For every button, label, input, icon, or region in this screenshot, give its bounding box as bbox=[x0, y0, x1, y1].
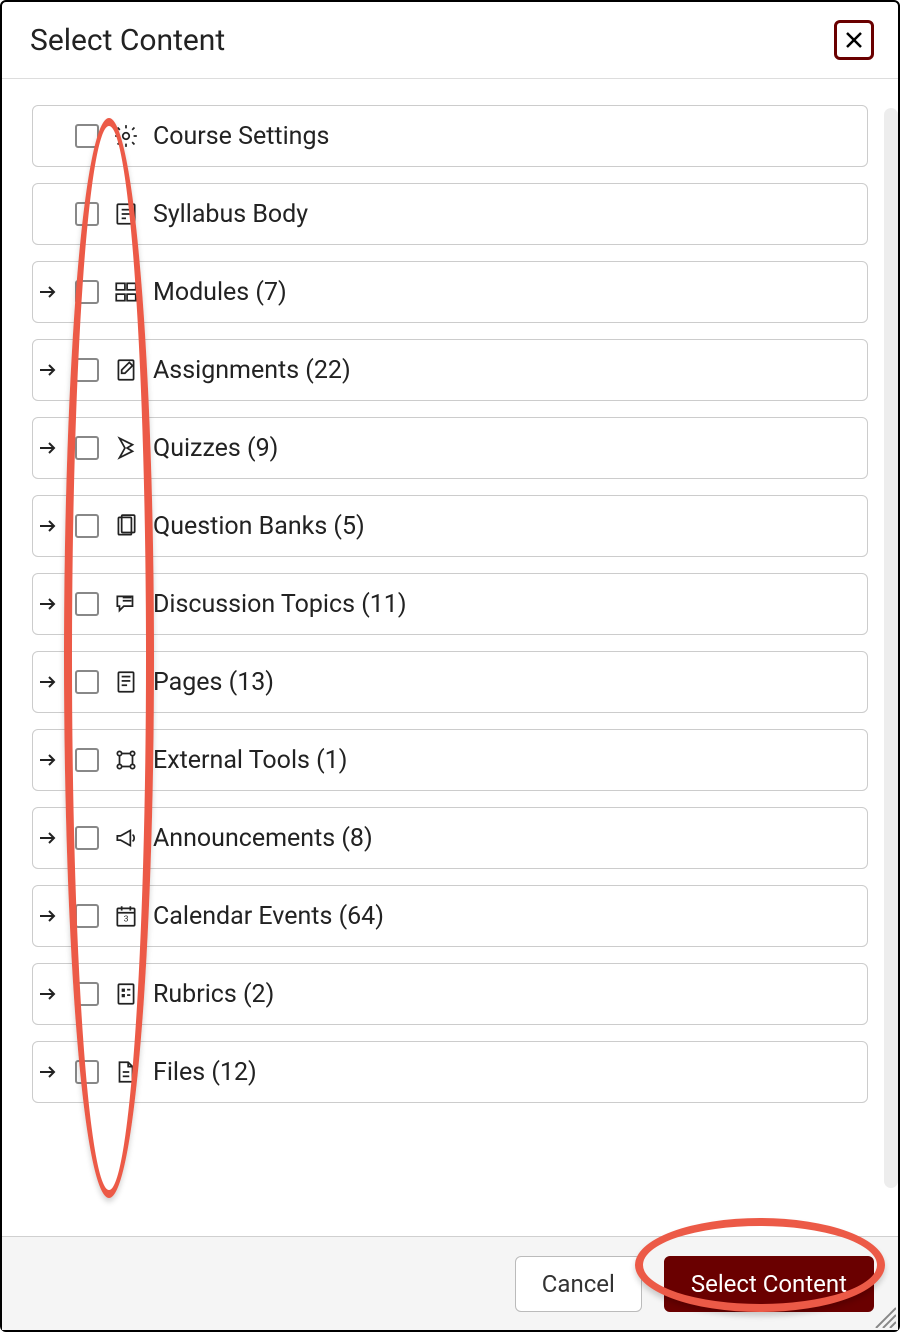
close-button[interactable] bbox=[834, 20, 874, 60]
questionbank-icon bbox=[111, 513, 141, 539]
content-checkbox[interactable] bbox=[75, 280, 99, 304]
content-checkbox[interactable] bbox=[75, 358, 99, 382]
content-item-label: Question Banks (5) bbox=[153, 512, 365, 541]
content-checkbox[interactable] bbox=[75, 436, 99, 460]
arrow-right-icon bbox=[37, 281, 59, 303]
gear-icon bbox=[111, 123, 141, 149]
content-checkbox[interactable] bbox=[75, 592, 99, 616]
content-item-label: Modules (7) bbox=[153, 278, 287, 307]
modules-icon bbox=[111, 279, 141, 305]
content-item: Announcements (8) bbox=[32, 807, 868, 869]
content-item: Syllabus Body bbox=[32, 183, 868, 245]
content-checkbox[interactable] bbox=[75, 202, 99, 226]
expand-toggle[interactable] bbox=[33, 905, 63, 927]
content-item: Discussion Topics (11) bbox=[32, 573, 868, 635]
content-item: Calendar Events (64) bbox=[32, 885, 868, 947]
content-checkbox[interactable] bbox=[75, 826, 99, 850]
quiz-icon bbox=[111, 435, 141, 461]
arrow-right-icon bbox=[37, 827, 59, 849]
content-item: Course Settings bbox=[32, 105, 868, 167]
content-item-label: Pages (13) bbox=[153, 668, 274, 697]
expand-toggle[interactable] bbox=[33, 281, 63, 303]
discussion-icon bbox=[111, 591, 141, 617]
expand-toggle[interactable] bbox=[33, 437, 63, 459]
content-item: Rubrics (2) bbox=[32, 963, 868, 1025]
expand-toggle[interactable] bbox=[33, 1061, 63, 1083]
content-item: External Tools (1) bbox=[32, 729, 868, 791]
arrow-right-icon bbox=[37, 671, 59, 693]
rubric-icon bbox=[111, 981, 141, 1007]
content-checkbox[interactable] bbox=[75, 670, 99, 694]
content-list: Course Settings Syllabus Body Modules (7) A… bbox=[32, 105, 868, 1103]
dialog-body: Course Settings Syllabus Body Modules (7) A… bbox=[2, 79, 898, 1179]
dialog-title: Select Content bbox=[30, 23, 225, 58]
arrow-right-icon bbox=[37, 437, 59, 459]
content-checkbox[interactable] bbox=[75, 514, 99, 538]
expand-toggle[interactable] bbox=[33, 515, 63, 537]
syllabus-icon bbox=[111, 201, 141, 227]
content-item-label: Assignments (22) bbox=[153, 356, 351, 385]
dialog-footer: Cancel Select Content bbox=[2, 1236, 898, 1330]
expand-toggle[interactable] bbox=[33, 749, 63, 771]
content-item: Quizzes (9) bbox=[32, 417, 868, 479]
content-checkbox[interactable] bbox=[75, 1060, 99, 1084]
content-item-label: Course Settings bbox=[153, 122, 329, 151]
dialog-header: Select Content bbox=[2, 2, 898, 79]
page-icon bbox=[111, 669, 141, 695]
arrow-right-icon bbox=[37, 749, 59, 771]
expand-toggle[interactable] bbox=[33, 983, 63, 1005]
content-item: Question Banks (5) bbox=[32, 495, 868, 557]
content-item-label: Announcements (8) bbox=[153, 824, 373, 853]
calendar-icon bbox=[111, 903, 141, 929]
arrow-right-icon bbox=[37, 515, 59, 537]
expand-toggle[interactable] bbox=[33, 671, 63, 693]
arrow-right-icon bbox=[37, 905, 59, 927]
content-checkbox[interactable] bbox=[75, 982, 99, 1006]
content-checkbox[interactable] bbox=[75, 748, 99, 772]
content-item-label: Quizzes (9) bbox=[153, 434, 278, 463]
cancel-button[interactable]: Cancel bbox=[515, 1256, 642, 1312]
content-item: Pages (13) bbox=[32, 651, 868, 713]
content-item-label: External Tools (1) bbox=[153, 746, 347, 775]
expand-toggle[interactable] bbox=[33, 359, 63, 381]
content-item: Files (12) bbox=[32, 1041, 868, 1103]
arrow-right-icon bbox=[37, 593, 59, 615]
arrow-right-icon bbox=[37, 359, 59, 381]
arrow-right-icon bbox=[37, 983, 59, 1005]
content-item-label: Syllabus Body bbox=[153, 200, 308, 229]
content-item-label: Rubrics (2) bbox=[153, 980, 274, 1009]
select-content-button[interactable]: Select Content bbox=[664, 1256, 874, 1312]
content-checkbox[interactable] bbox=[75, 904, 99, 928]
close-icon bbox=[844, 30, 864, 50]
assignment-icon bbox=[111, 357, 141, 383]
content-item: Modules (7) bbox=[32, 261, 868, 323]
external-icon bbox=[111, 747, 141, 773]
file-icon bbox=[111, 1059, 141, 1085]
arrow-right-icon bbox=[37, 1061, 59, 1083]
content-item-label: Files (12) bbox=[153, 1058, 257, 1087]
expand-toggle[interactable] bbox=[33, 827, 63, 849]
content-checkbox[interactable] bbox=[75, 124, 99, 148]
content-item-label: Calendar Events (64) bbox=[153, 902, 384, 931]
content-item-label: Discussion Topics (11) bbox=[153, 590, 407, 619]
resize-handle[interactable] bbox=[870, 1302, 896, 1328]
expand-toggle[interactable] bbox=[33, 593, 63, 615]
scrollbar[interactable] bbox=[884, 108, 898, 1188]
announcement-icon bbox=[111, 825, 141, 851]
content-item: Assignments (22) bbox=[32, 339, 868, 401]
